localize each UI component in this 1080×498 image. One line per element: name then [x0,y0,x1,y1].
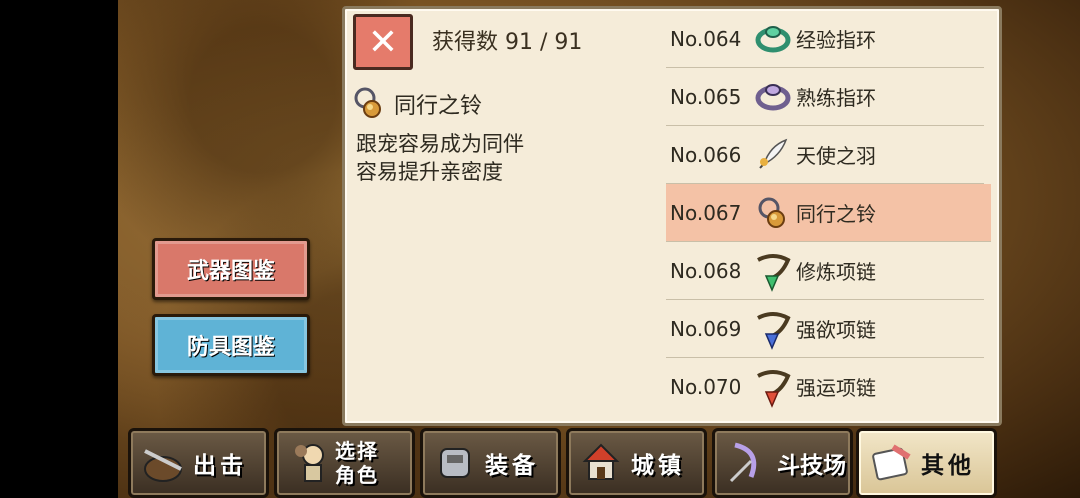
list-item[interactable]: No.068 修炼项链 [666,242,984,300]
feather-icon [759,138,788,169]
bell-icon [758,197,785,228]
sortie-icon [144,449,182,482]
item-number: No.064 [670,26,742,51]
tab-label: 装备 [485,453,539,479]
description-line: 跟宠容易成为同伴 [356,132,524,156]
tab-label-line: 选择 [335,439,379,463]
list-item[interactable]: No.066 天使之羽 [666,126,984,184]
item-name: 天使之羽 [796,144,876,168]
list-item[interactable]: No.065 熟练指环 [666,68,984,126]
tab-label: 城镇 [631,453,685,479]
ring-green-icon [755,25,791,52]
necklace-green-icon [757,253,791,292]
arena-icon [729,442,757,483]
tab-label: 其他 [921,453,975,479]
tab-sortie[interactable]: 出击 [128,428,269,498]
list-item[interactable]: No.064 经验指环 [666,10,984,68]
close-button[interactable]: ✕ [353,14,413,70]
tab-arena[interactable]: 斗技场 [712,428,853,498]
tab-town[interactable]: 城镇 [566,428,707,498]
necklace-blue-icon [757,311,791,350]
item-name: 同行之铃 [796,202,876,226]
tab-label: 出击 [193,453,247,479]
item-name: 修炼项链 [796,260,876,284]
scroll-icon [872,444,911,481]
detail-item-name: 同行之铃 [394,94,483,119]
obtained-count: 获得数 91 / 91 [432,30,583,55]
item-name: 强运项链 [796,376,876,400]
item-number: No.067 [670,200,742,225]
tab-label: 选择 角色 [335,439,379,487]
list-item-selected[interactable]: No.067 同行之铃 [666,184,991,242]
list-item[interactable]: No.070 强运项链 [666,358,984,415]
weapon-catalog-button[interactable]: 武器图鉴 [152,238,310,300]
item-number: No.068 [670,258,742,283]
bottom-nav: 出击 选择 角色 装备 城镇 斗技场 其他 [128,428,997,498]
tab-select-character[interactable]: 选择 角色 [274,428,415,498]
list-item[interactable]: No.069 强欲项链 [666,300,984,358]
item-number: No.070 [670,374,742,399]
tab-label-line: 角色 [335,463,379,487]
armor-catalog-button[interactable]: 防具图鉴 [152,314,310,376]
town-icon [582,443,620,480]
tab-equipment[interactable]: 装备 [420,428,561,498]
item-name: 强欲项链 [796,318,876,342]
item-number: No.066 [670,142,742,167]
character-icon [295,444,324,482]
tab-other[interactable]: 其他 [856,428,997,498]
detail-description: 跟宠容易成为同伴 容易提升亲密度 [356,130,524,186]
item-number: No.065 [670,84,742,109]
tab-label: 斗技场 [777,453,846,479]
item-name: 熟练指环 [796,86,876,110]
necklace-red-icon [757,369,791,408]
armor-icon [440,448,470,478]
bell-icon [354,87,381,118]
description-line: 容易提升亲密度 [356,160,503,184]
item-number: No.069 [670,316,742,341]
item-list: No.064 经验指环 No.065 熟练指环 No.066 天使之羽 No.0… [666,10,991,415]
ring-purple-icon [755,83,791,110]
item-name: 经验指环 [796,28,876,52]
